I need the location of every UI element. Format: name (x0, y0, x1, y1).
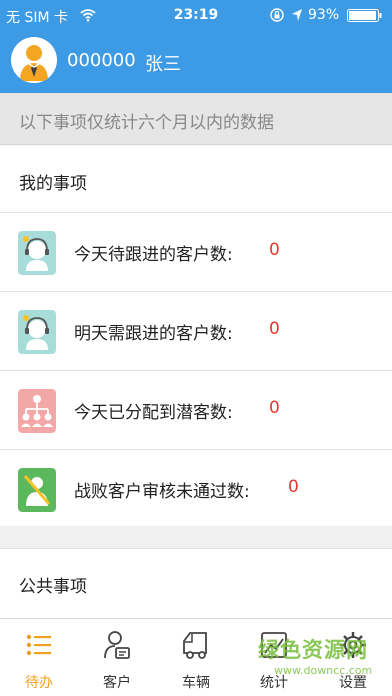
tab-vehicles[interactable]: 车辆 (157, 619, 235, 696)
list-item[interactable]: 战败客户审核未通过数: 0 (0, 449, 392, 527)
status-bar: 无 SIM 卡 23:19 93% (0, 0, 392, 31)
row-count: 0 (269, 240, 280, 260)
rejected-user-icon (18, 468, 56, 512)
user-id: 000000 (67, 50, 136, 71)
battery-percent: 93% (308, 7, 340, 23)
watermark: 绿色资源网 www.downcc.com (258, 634, 388, 682)
my-items-title: 我的事项 (19, 174, 87, 194)
battery-icon (347, 9, 382, 22)
tab-label: 车辆 (182, 675, 210, 691)
avatar[interactable] (11, 37, 57, 83)
list-item[interactable]: 明天需跟进的客户数: 0 (0, 291, 392, 369)
truck-icon (183, 632, 207, 659)
user-avatar-icon (20, 45, 48, 81)
row-count: 0 (269, 319, 280, 339)
list-icon (26, 634, 51, 656)
row-label: 今天已分配到潜客数: (74, 403, 233, 423)
location-icon (292, 9, 302, 21)
list-item[interactable]: 今天待跟进的客户数: 0 (0, 212, 392, 290)
my-items-section: 我的事项 今天待跟进的客户数: 0 明天需跟进的客户数: 0 今天已分配到潜客数… (0, 146, 392, 526)
row-count: 0 (288, 477, 299, 497)
notice-text: 以下事项仅统计六个月以内的数据 (19, 113, 274, 133)
row-label: 明天需跟进的客户数: (74, 324, 233, 344)
watermark-text: 绿色资源网 (258, 638, 368, 662)
app-header: 000000 张三 (0, 31, 392, 93)
org-chart-icon (18, 389, 56, 433)
tab-todo[interactable]: 待办 (0, 619, 78, 696)
tab-label: 客户 (103, 675, 131, 691)
row-label: 战败客户审核未通过数: (74, 482, 250, 502)
rotation-lock-icon (270, 8, 284, 22)
watermark-url: www.downcc.com (274, 664, 373, 677)
public-items-section: 公共事项 (0, 548, 392, 618)
tab-label: 待办 (25, 675, 53, 691)
notice-bar: 以下事项仅统计六个月以内的数据 (0, 93, 392, 145)
tab-customers[interactable]: 客户 (78, 619, 156, 696)
public-items-title: 公共事项 (19, 577, 87, 597)
customer-icon (104, 631, 130, 659)
row-count: 0 (269, 398, 280, 418)
customer-service-icon (18, 231, 56, 275)
row-label: 今天待跟进的客户数: (74, 245, 233, 265)
user-name: 张三 (145, 54, 181, 75)
list-item[interactable]: 今天已分配到潜客数: 0 (0, 370, 392, 448)
customer-service-icon (18, 310, 56, 354)
